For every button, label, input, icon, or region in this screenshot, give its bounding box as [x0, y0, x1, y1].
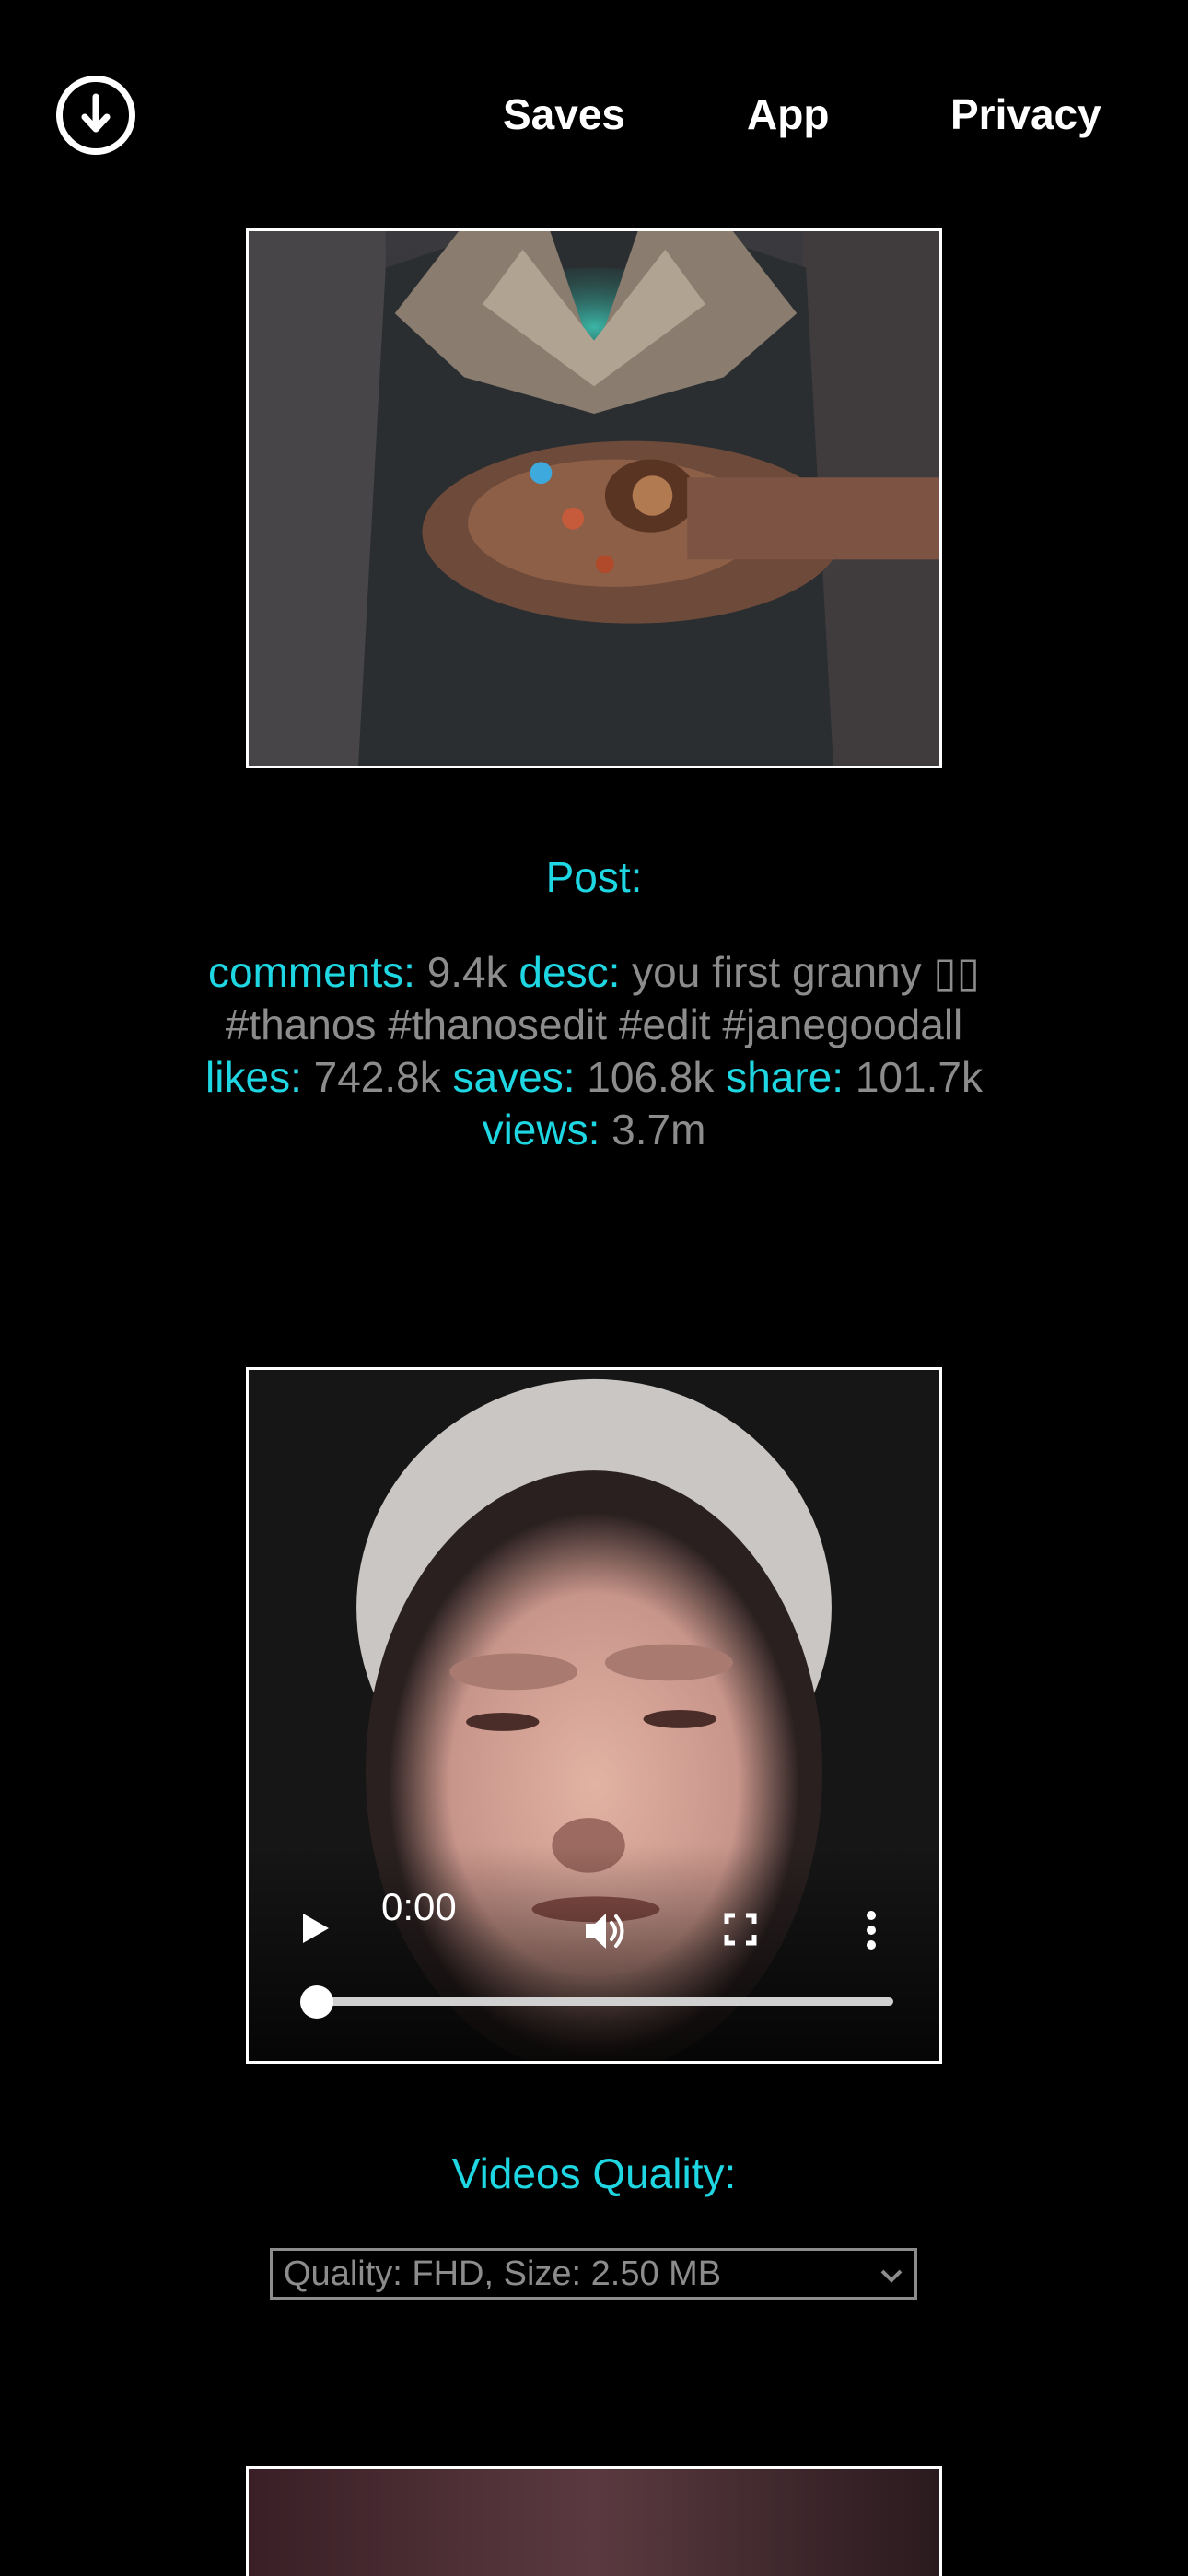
saves-value: 106.8k [587, 1053, 715, 1101]
quality-select[interactable]: Quality: FHD, Size: 2.50 MB [270, 2248, 917, 2300]
desc-label: desc: [518, 948, 621, 996]
desc-value-line1: you first granny ▯▯ [632, 948, 981, 996]
nav-privacy-link[interactable]: Privacy [950, 88, 1101, 140]
header: Saves App Privacy [0, 0, 1188, 228]
nav-app-link[interactable]: App [747, 88, 829, 140]
quality-selected-value: Quality: FHD, Size: 2.50 MB [284, 2254, 722, 2293]
page: Saves App Privacy Post: comments: 9.4k d… [0, 0, 1188, 2576]
quality-title: Videos Quality: [451, 2149, 737, 2197]
saves-label: saves: [452, 1053, 576, 1101]
meta-line-4: views: 3.7m [0, 1104, 1188, 1156]
meta-line-3: likes: 742.8k saves: 106.8k share: 101.7… [0, 1051, 1188, 1104]
video-controls [249, 1370, 939, 2061]
share-label: share: [726, 1053, 844, 1101]
comments-value: 9.4k [426, 948, 507, 996]
views-value: 3.7m [611, 1106, 706, 1153]
meta-line-1: comments: 9.4k desc: you first granny ▯▯ [0, 946, 1188, 999]
likes-value: 742.8k [313, 1053, 441, 1101]
more-options-icon[interactable] [862, 1909, 880, 1951]
desc-value-line2: #thanos #thanosedit #edit #janegoodall [225, 1001, 963, 1048]
video-progress-track[interactable] [320, 1997, 893, 2006]
volume-icon[interactable] [582, 1906, 632, 1956]
nav-saves-link[interactable]: Saves [503, 88, 625, 140]
share-value: 101.7k [855, 1053, 983, 1101]
video-time: 0:00 [381, 1885, 457, 1928]
play-icon[interactable] [299, 1910, 332, 1947]
download-logo-icon[interactable] [56, 76, 135, 155]
post-title: Post: [545, 853, 643, 901]
post-meta: comments: 9.4k desc: you first granny ▯▯… [0, 946, 1188, 1156]
video-progress-thumb[interactable] [300, 1985, 333, 2019]
video-player[interactable] [246, 1367, 942, 2064]
views-label: views: [482, 1106, 600, 1153]
post-thumbnail-image [246, 228, 942, 768]
fullscreen-icon[interactable] [724, 1913, 757, 1946]
next-post-thumbnail-image [246, 2466, 942, 2576]
comments-label: comments: [207, 948, 415, 996]
chevron-down-icon [880, 2269, 903, 2283]
likes-label: likes: [205, 1053, 302, 1101]
